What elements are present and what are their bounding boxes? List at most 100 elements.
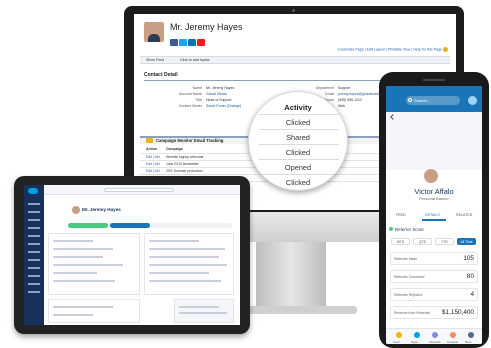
twitter-icon[interactable] [179, 39, 187, 46]
nav-contacts-label[interactable]: Contacts [447, 340, 458, 344]
nav-item[interactable] [28, 219, 40, 221]
nav-item[interactable] [28, 275, 40, 277]
youtube-icon[interactable] [197, 39, 205, 46]
phone-screen: Victor Affalo Personal Banker FEED DETAI… [386, 86, 482, 344]
show-feed-link[interactable]: Show Feed [146, 58, 164, 62]
row-action-links[interactable]: Edit | Del [146, 162, 160, 166]
nav-feed-icon[interactable] [396, 332, 402, 338]
activity-line [149, 256, 219, 258]
nav-contacts-icon[interactable] [450, 332, 456, 338]
nav-item[interactable] [28, 291, 40, 293]
profile-icon[interactable] [468, 96, 477, 105]
metric-value: $1,150,400 [442, 309, 474, 316]
nav-more-icon[interactable] [468, 332, 474, 338]
nav-item[interactable] [28, 227, 40, 229]
linkedin-icon[interactable] [188, 39, 196, 46]
nav-item[interactable] [28, 203, 40, 205]
header-links[interactable]: Customize Page | Edit Layout | Printable… [337, 47, 448, 52]
nav-accounts-label[interactable]: Accounts [429, 340, 441, 344]
metric-label: Referrals Rejected [394, 293, 423, 297]
nav-more-label[interactable]: More [465, 340, 471, 344]
nav-item[interactable] [28, 243, 40, 245]
detail-line [53, 240, 93, 242]
activity-status: Opened [284, 163, 312, 172]
activity-status: Shared [286, 133, 310, 142]
detail-line [53, 280, 115, 282]
activity-line [149, 272, 209, 274]
nav-item[interactable] [28, 283, 40, 285]
nav-accounts-icon[interactable] [432, 332, 438, 338]
phone-contact-name: Victor Affalo [414, 187, 454, 196]
phone-search-input[interactable]: Search... [406, 96, 460, 105]
tablet-topbar [44, 185, 240, 195]
related-line [53, 314, 93, 316]
nav-item[interactable] [28, 259, 40, 261]
add-topics-link[interactable]: Click to add topics: [180, 58, 210, 62]
campaign-name: 20% Summer promotion [166, 169, 203, 173]
referrer-score-heading: Referrer Score [395, 227, 424, 232]
campaign-name: June 2015 Newsletter [166, 162, 199, 166]
detail-value: Mr. Jeremy Hayes [206, 86, 235, 90]
pill-mtd[interactable]: MTD [391, 238, 410, 245]
nav-item[interactable] [28, 251, 40, 253]
header-links-text[interactable]: Customize Page | Edit Layout | Printable… [337, 47, 442, 51]
activity-divider [259, 174, 339, 175]
metric-label: Referrals Converted [394, 275, 425, 279]
pill-ytd[interactable]: YTD [435, 238, 454, 245]
detail-line [53, 248, 113, 250]
metric-row: Revenue from Referrals $1,150,400 [390, 306, 478, 319]
tablet-path-bar[interactable] [68, 223, 232, 228]
metric-row: Referrals Made 105 [390, 252, 478, 265]
search-icon [408, 98, 412, 102]
detail-label: Title [195, 98, 202, 102]
tablet-sidebar [24, 185, 44, 325]
nav-opps-label[interactable]: Opps [411, 340, 418, 344]
facebook-icon[interactable] [170, 39, 178, 46]
tip-line [179, 312, 227, 314]
detail-line [53, 256, 103, 258]
detail-value: Head of Support [206, 98, 232, 102]
tab-feed[interactable]: FEED [396, 213, 406, 217]
detail-value-link[interactable]: Global Media [206, 92, 227, 96]
activity-divider [259, 114, 339, 115]
metric-label: Referrals Made [394, 257, 418, 261]
row-action-links[interactable]: Edit | Del [146, 155, 160, 159]
activity-divider [259, 144, 339, 145]
activity-line [149, 240, 199, 242]
tablet-search-input[interactable] [104, 188, 174, 192]
campaign-title: Campaign Monitor Email Tracking [156, 138, 224, 143]
phone-search-placeholder: Search... [414, 98, 431, 103]
tablet-details-card [48, 233, 140, 295]
path-stage-current[interactable] [110, 223, 150, 228]
nav-item[interactable] [28, 267, 40, 269]
nav-opps-icon[interactable] [414, 332, 420, 338]
detail-label: Name [192, 86, 202, 90]
pill-qtd[interactable]: QTD [413, 238, 432, 245]
activity-line [149, 264, 227, 266]
product-showcase: Mr. Jeremy Hayes Customize Page | Edit L… [0, 0, 491, 348]
nav-item[interactable] [28, 211, 40, 213]
section-title: Contact Detail [144, 72, 178, 78]
detail-value-link[interactable]: Sarah Porter [Change] [206, 104, 241, 108]
campaign-name: Website signup welcome [166, 155, 204, 159]
tab-related[interactable]: RELATED [456, 213, 472, 217]
activity-line [149, 280, 221, 282]
tip-line [179, 306, 219, 308]
nav-feed-label[interactable]: Feed [393, 340, 399, 344]
pill-all-time[interactable]: All Time [457, 238, 476, 245]
phone-bottom-nav: Feed Opps Accounts Contacts More [386, 328, 482, 344]
column-header-action: Action [146, 147, 157, 151]
metric-row: Referrals Rejected 4 [390, 288, 478, 301]
feed-bar: Show Feed Click to add topics: [140, 56, 450, 64]
phone-contact-role: Personal Banker [419, 196, 449, 201]
help-icon[interactable] [443, 47, 448, 52]
detail-label: Account Name [179, 92, 202, 96]
row-action-links[interactable]: Edit | Del [146, 169, 160, 173]
nav-item[interactable] [28, 235, 40, 237]
tab-details[interactable]: DETAILS [425, 213, 440, 217]
camera-icon [292, 9, 295, 12]
activity-divider [259, 159, 339, 160]
contact-avatar [144, 22, 164, 42]
path-stage-complete[interactable] [68, 223, 108, 228]
contact-name: Mr. Jeremy Hayes [170, 22, 243, 32]
